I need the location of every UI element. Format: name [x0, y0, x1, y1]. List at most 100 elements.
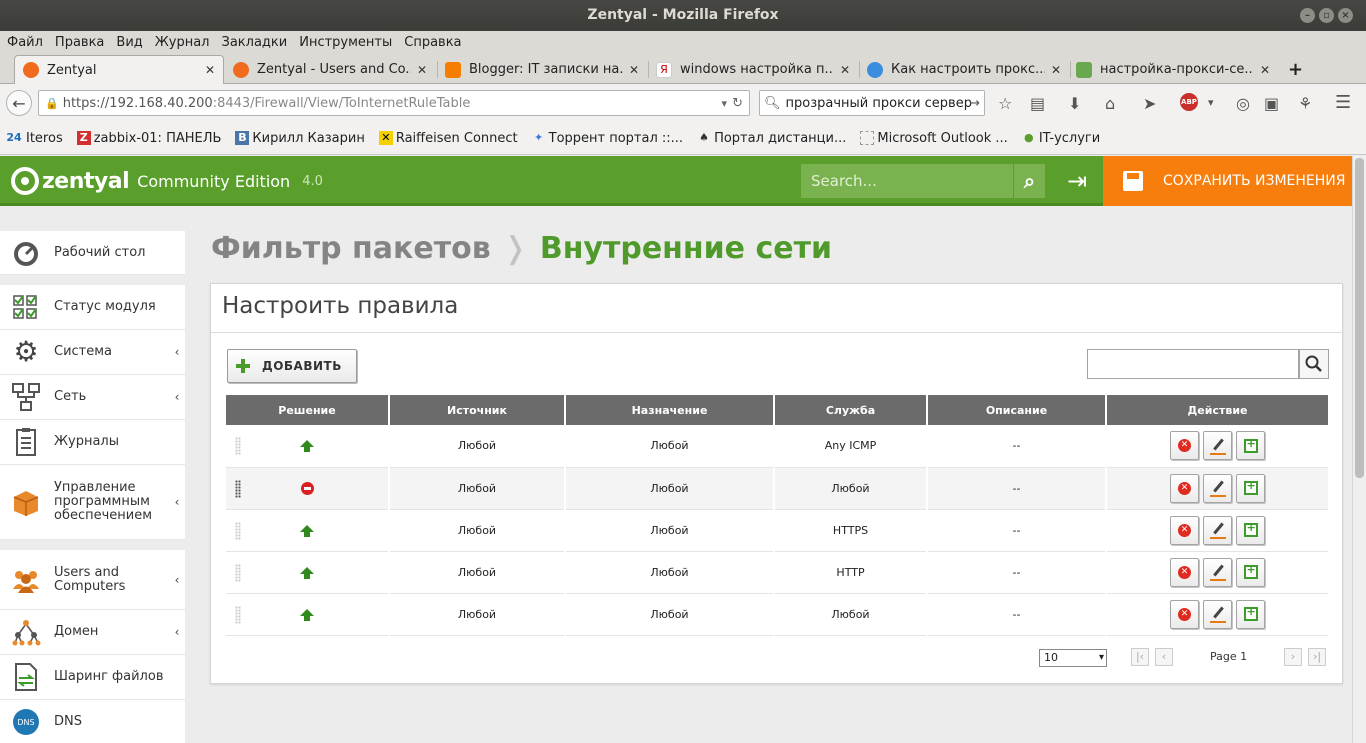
search-icon[interactable]: ⌕ [1013, 164, 1045, 198]
delete-rule-button[interactable]: ✕ [1170, 515, 1199, 545]
menu-view[interactable]: Вид [116, 35, 142, 50]
zentyal-search[interactable]: Search... ⌕ [801, 164, 1045, 198]
search-go-icon[interactable]: → [969, 96, 980, 111]
edit-rule-button[interactable] [1203, 515, 1232, 545]
menu-bookmarks[interactable]: Закладки [222, 35, 288, 50]
sidebar-item-logs[interactable]: Журналы [0, 420, 185, 465]
column-header-service[interactable]: Служба [774, 395, 928, 425]
bookmark-star-icon[interactable]: ☆ [998, 94, 1012, 113]
reload-icon[interactable]: ↻ [732, 96, 743, 111]
bookmark-torrent[interactable]: ✦ Торрент портал ::... [532, 131, 683, 146]
sidebar-item-software-management[interactable]: Управление программным обеспечением ‹ [0, 465, 185, 540]
tab-yandex[interactable]: Я windows настройка п... ✕ [648, 55, 858, 84]
sidebar-item-file-sharing[interactable]: Шаринг файлов [0, 655, 185, 700]
first-page-icon[interactable]: |‹ [1131, 648, 1149, 666]
scrollbar-thumb[interactable] [1355, 158, 1364, 478]
save-changes-button[interactable]: СОХРАНИТЬ ИЗМЕНЕНИЯ [1103, 156, 1352, 206]
extension-icon[interactable]: ◎ [1236, 94, 1250, 113]
page-size-select[interactable]: 10 [1039, 649, 1107, 667]
delete-rule-button[interactable]: ✕ [1170, 431, 1199, 461]
tab-proxy-howto[interactable]: Как настроить прокс... ✕ [859, 55, 1069, 84]
edit-rule-button[interactable] [1203, 599, 1232, 629]
bookmark-it-services[interactable]: ● IT-услуги [1022, 131, 1100, 146]
column-header-source[interactable]: Источник [389, 395, 566, 425]
sidebar-item-dashboard[interactable]: Рабочий стол [0, 231, 185, 275]
adblock-icon[interactable]: ABP [1180, 93, 1198, 111]
bookmark-iteros[interactable]: 24 Iteros [5, 131, 62, 146]
close-tab-icon[interactable]: ✕ [417, 63, 427, 77]
bookmark-zabbix[interactable]: Zzabbix-01: ПАНЕЛЬ [76, 131, 221, 146]
sidebar-item-network[interactable]: Сеть ‹ [0, 375, 185, 420]
maximize-icon[interactable]: ▫ [1319, 8, 1334, 23]
delete-rule-button[interactable]: ✕ [1170, 557, 1199, 587]
screenshot-icon[interactable]: ▣ [1264, 94, 1279, 113]
minimize-icon[interactable]: – [1300, 8, 1315, 23]
drag-handle-icon[interactable] [235, 563, 241, 582]
breadcrumb-parent[interactable]: Фильтр пакетов [211, 231, 491, 266]
tools-icon[interactable]: ⚘ [1298, 94, 1312, 113]
bookmark-vk[interactable]: B Кирилл Казарин [235, 131, 365, 146]
sidebar-item-module-status[interactable]: Статус модуля [0, 285, 185, 330]
table-search-input[interactable] [1087, 349, 1299, 379]
close-tab-icon[interactable]: ✕ [1260, 63, 1270, 77]
clone-rule-button[interactable] [1236, 557, 1265, 587]
back-arrow-icon[interactable]: ← [6, 90, 32, 116]
column-header-destination[interactable]: Назначение [565, 395, 775, 425]
edit-rule-button[interactable] [1203, 431, 1232, 461]
close-tab-icon[interactable]: ✕ [205, 63, 215, 77]
close-tab-icon[interactable]: ✕ [840, 63, 850, 77]
web-search-box[interactable]: 🔍︎ прозрачный прокси сервер → [759, 90, 985, 116]
menu-history[interactable]: Журнал [155, 35, 210, 50]
bookmark-outlook[interactable]: Microsoft Outlook ... [860, 131, 1008, 146]
column-header-decision[interactable]: Решение [226, 395, 390, 425]
home-icon[interactable]: ⌂ [1105, 94, 1115, 113]
sidebar-item-system[interactable]: ⚙ Система ‹ [0, 330, 185, 375]
clone-rule-button[interactable] [1236, 515, 1265, 545]
previous-page-icon[interactable]: ‹ [1155, 648, 1173, 666]
drag-handle-icon[interactable] [235, 605, 241, 624]
sidebar-item-users-computers[interactable]: Users and Computers ‹ [0, 550, 185, 610]
tab-zentyal-users[interactable]: Zentyal - Users and Co... ✕ [225, 55, 435, 84]
add-rule-button[interactable]: ДОБАВИТЬ [227, 349, 357, 383]
menu-file[interactable]: Файл [7, 35, 43, 50]
adblock-dropdown-icon[interactable]: ▾ [1208, 96, 1214, 109]
tab-zentyal[interactable]: Zentyal ✕ [14, 55, 224, 84]
sidebar-item-dns[interactable]: DNS DNS [0, 700, 185, 743]
drag-handle-icon[interactable] [235, 479, 241, 498]
menu-tools[interactable]: Инструменты [299, 35, 392, 50]
download-icon[interactable]: ⬇ [1068, 94, 1081, 113]
table-search-icon[interactable] [1299, 349, 1329, 379]
hamburger-menu-icon[interactable]: ☰ [1335, 92, 1351, 113]
clone-rule-button[interactable] [1236, 599, 1265, 629]
bookmark-raiffeisen[interactable]: ✕ Raiffeisen Connect [378, 131, 518, 146]
tab-proxy-settings[interactable]: настройка-прокси-се... ✕ [1068, 55, 1278, 84]
menu-help[interactable]: Справка [404, 35, 461, 50]
delete-rule-button[interactable]: ✕ [1170, 599, 1199, 629]
sidebar-item-domain[interactable]: Домен ‹ [0, 610, 185, 655]
page-scrollbar[interactable] [1352, 156, 1366, 743]
outlook-icon [860, 131, 875, 145]
close-window-icon[interactable]: × [1338, 8, 1353, 23]
next-page-icon[interactable]: › [1284, 648, 1302, 666]
delete-rule-button[interactable]: ✕ [1170, 473, 1199, 503]
bookmark-distance-portal[interactable]: ♠ Портал дистанци... [697, 131, 846, 146]
send-icon[interactable]: ➤ [1143, 94, 1156, 113]
close-tab-icon[interactable]: ✕ [1051, 63, 1061, 77]
column-header-description[interactable]: Описание [927, 395, 1107, 425]
clone-rule-button[interactable] [1236, 473, 1265, 503]
drag-handle-icon[interactable] [235, 437, 241, 455]
url-bar[interactable]: 🔒 https://192.168.40.200:8443/Firewall/V… [38, 90, 750, 116]
drag-handle-icon[interactable] [235, 521, 241, 540]
new-tab-icon[interactable]: + [1280, 55, 1310, 84]
url-dropdown-icon[interactable]: ▾ [721, 97, 727, 110]
menu-edit[interactable]: Правка [55, 35, 104, 50]
close-tab-icon[interactable]: ✕ [629, 63, 639, 77]
clone-rule-button[interactable] [1236, 431, 1265, 461]
tab-blogger[interactable]: Blogger: IT записки на... ✕ [437, 55, 647, 84]
last-page-icon[interactable]: ›| [1308, 648, 1326, 666]
reading-list-icon[interactable]: ▤ [1030, 94, 1045, 113]
edit-rule-button[interactable] [1203, 473, 1232, 503]
edit-rule-button[interactable] [1203, 557, 1232, 587]
zentyal-logo[interactable]: zentyal Community Edition 4.0 [11, 167, 323, 195]
logout-icon[interactable]: ⇥ [1062, 165, 1092, 197]
